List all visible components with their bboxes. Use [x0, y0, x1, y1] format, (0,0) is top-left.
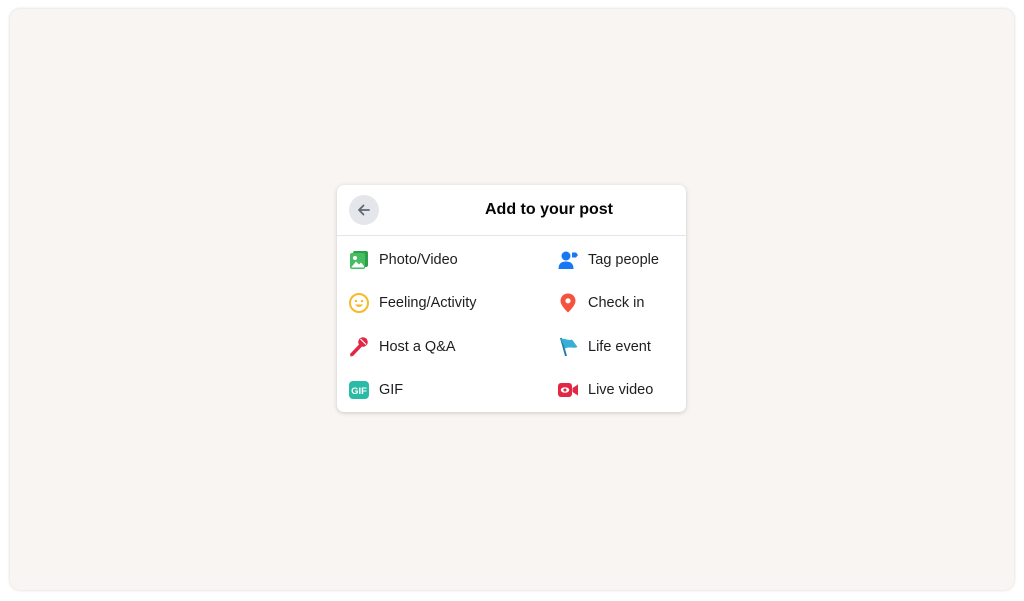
option-gif[interactable]: GIF GIF [348, 372, 528, 408]
gif-icon: GIF [348, 379, 370, 401]
dialog-title: Add to your post [485, 201, 613, 218]
option-label: Life event [588, 339, 651, 355]
option-tag-people[interactable]: Tag people [557, 242, 686, 278]
svg-text:GIF: GIF [351, 386, 367, 397]
option-label: Live video [588, 382, 654, 398]
microphone-icon [348, 336, 370, 358]
flag-icon [557, 336, 579, 358]
option-life-event[interactable]: Life event [557, 329, 686, 365]
arrow-left-icon [356, 202, 372, 218]
option-live-video[interactable]: Live video [557, 372, 686, 408]
option-label: Tag people [588, 252, 659, 268]
option-host-qa[interactable]: Host a Q&A [348, 329, 528, 365]
option-label: Feeling/Activity [379, 295, 477, 311]
option-label: GIF [379, 382, 404, 398]
tag-people-icon [557, 249, 579, 271]
option-feeling-activity[interactable]: Feeling/Activity [348, 285, 528, 321]
option-label: Photo/Video [379, 252, 458, 268]
option-photo-video[interactable]: Photo/Video [348, 242, 528, 278]
option-label: Check in [588, 295, 645, 311]
feeling-icon [348, 292, 370, 314]
back-button[interactable] [349, 195, 379, 225]
location-pin-icon [557, 292, 579, 314]
option-check-in[interactable]: Check in [557, 285, 686, 321]
add-to-post-dialog: Add to your post Photo/Video Tag people [337, 185, 686, 412]
dialog-header: Add to your post [337, 185, 686, 236]
option-label: Host a Q&A [379, 339, 456, 355]
photo-video-icon [348, 249, 370, 271]
live-video-icon [557, 379, 579, 401]
